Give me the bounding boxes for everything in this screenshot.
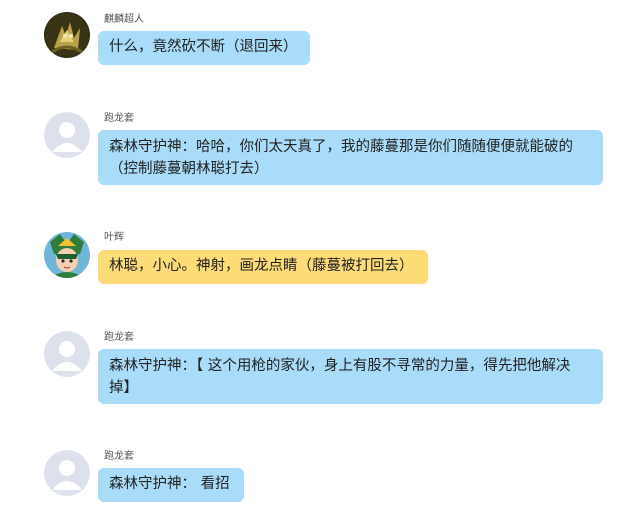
- hero-character-avatar[interactable]: [44, 232, 90, 278]
- default-user-avatar[interactable]: [44, 450, 90, 496]
- kirin-ultraman-avatar[interactable]: [44, 12, 90, 58]
- sender-name: 麒麟超人: [104, 14, 144, 25]
- message-bubble: 林聪，小心。神射，画龙点睛（藤蔓被打回去）: [98, 250, 428, 284]
- sender-name: 跑龙套: [104, 113, 134, 124]
- default-user-avatar[interactable]: [44, 112, 90, 158]
- sender-name: 跑龙套: [104, 332, 134, 343]
- message-bubble: 什么，竟然砍不断（退回来）: [98, 31, 310, 65]
- message-bubble: 森林守护神： 看招: [98, 468, 244, 502]
- default-user-avatar[interactable]: [44, 331, 90, 377]
- sender-name: 跑龙套: [104, 451, 134, 462]
- message-bubble: 森林守护神：哈哈，你们太天真了，我的藤蔓那是你们随随便便就能破的（控制藤蔓朝林聪…: [98, 130, 603, 185]
- message-bubble: 森林守护神：【 这个用枪的家伙，身上有股不寻常的力量，得先把他解决掉】: [98, 349, 603, 404]
- sender-name: 叶辉: [104, 232, 124, 243]
